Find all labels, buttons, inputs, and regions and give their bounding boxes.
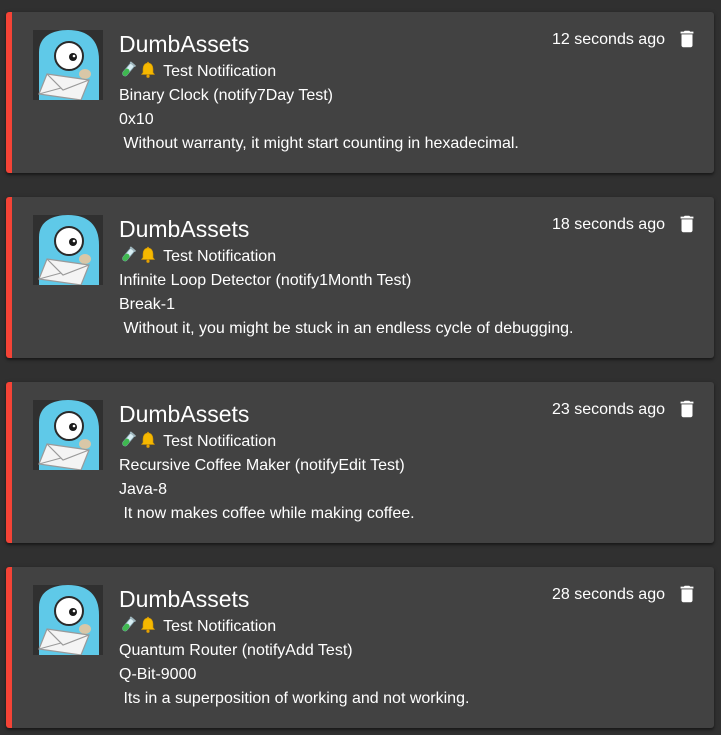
notification-list: DumbAssets Test Notification Binary Cloc… [0, 0, 721, 735]
timestamp: 23 seconds ago [552, 401, 665, 418]
asset-name: Quantum Router (notifyAdd Test) [119, 642, 353, 659]
app-name: DumbAssets [119, 401, 250, 427]
app-name: DumbAssets [119, 31, 250, 57]
notification-message: Without it, you might be stuck in an end… [119, 320, 574, 337]
notification-type-row: Test Notification [119, 615, 469, 639]
bell-icon [139, 431, 157, 449]
bell-icon [139, 616, 157, 634]
asset-name: Infinite Loop Detector (notify1Month Tes… [119, 272, 412, 289]
trash-icon[interactable] [676, 213, 698, 235]
timestamp: 12 seconds ago [552, 31, 665, 48]
notification-content: DumbAssets Test Notification Infinite Lo… [119, 215, 573, 341]
asset-code: Q-Bit-9000 [119, 666, 197, 683]
trash-icon[interactable] [676, 583, 698, 605]
gopher-mail-icon [33, 585, 103, 655]
asset-code: Break-1 [119, 296, 176, 313]
notification-content: DumbAssets Test Notification Quantum Rou… [119, 585, 469, 711]
gopher-mail-icon [33, 400, 103, 470]
notification-content: DumbAssets Test Notification Binary Cloc… [119, 30, 519, 156]
gopher-mail-icon [33, 30, 103, 100]
notification-card[interactable]: DumbAssets Test Notification Quantum Rou… [6, 567, 714, 728]
notification-message: Without warranty, it might start countin… [119, 135, 519, 152]
notification-type: Test Notification [163, 433, 277, 450]
asset-name: Binary Clock (notify7Day Test) [119, 87, 333, 104]
bell-icon [139, 246, 157, 264]
notification-type: Test Notification [163, 63, 277, 80]
notification-message: Its in a superposition of working and no… [119, 690, 470, 707]
notification-type: Test Notification [163, 248, 277, 265]
test-tube-icon [119, 616, 137, 634]
notification-card[interactable]: DumbAssets Test Notification Infinite Lo… [6, 197, 714, 358]
app-name: DumbAssets [119, 216, 250, 242]
gopher-mail-icon [33, 215, 103, 285]
notification-content: DumbAssets Test Notification Recursive C… [119, 400, 415, 526]
asset-code: Java-8 [119, 481, 168, 498]
test-tube-icon [119, 246, 137, 264]
notification-message: It now makes coffee while making coffee. [119, 505, 415, 522]
trash-icon[interactable] [676, 28, 698, 50]
asset-code: 0x10 [119, 111, 154, 128]
timestamp: 28 seconds ago [552, 586, 665, 603]
bell-icon [139, 61, 157, 79]
notification-type-row: Test Notification [119, 245, 573, 269]
notification-type: Test Notification [163, 618, 277, 635]
notification-card[interactable]: DumbAssets Test Notification Binary Cloc… [6, 12, 714, 173]
app-name: DumbAssets [119, 586, 250, 612]
notification-card[interactable]: DumbAssets Test Notification Recursive C… [6, 382, 714, 543]
test-tube-icon [119, 61, 137, 79]
test-tube-icon [119, 431, 137, 449]
notification-type-row: Test Notification [119, 60, 519, 84]
timestamp: 18 seconds ago [552, 216, 665, 233]
trash-icon[interactable] [676, 398, 698, 420]
asset-name: Recursive Coffee Maker (notifyEdit Test) [119, 457, 405, 474]
notification-type-row: Test Notification [119, 430, 415, 454]
